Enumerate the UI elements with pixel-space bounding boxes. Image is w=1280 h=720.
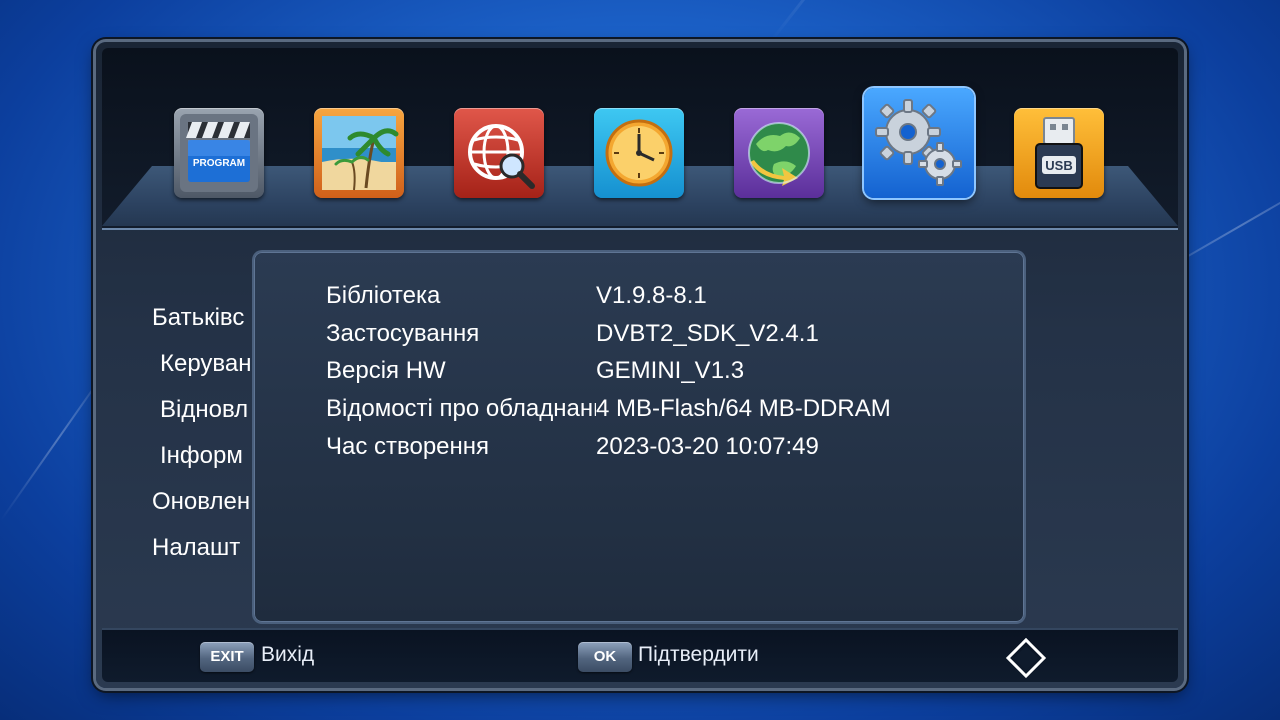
side-menu-item[interactable]: Керуван — [160, 350, 252, 378]
background-streak — [770, 0, 1031, 42]
time-menu-icon[interactable] — [594, 108, 684, 198]
footer-bar: EXIT Вихід OK Підтвердити — [102, 628, 1178, 682]
side-menu-item[interactable]: Оновлен — [152, 488, 250, 516]
info-key: Бібліотека — [326, 282, 441, 309]
usb-menu-icon[interactable]: USB — [1014, 108, 1104, 198]
info-key: Версія HW — [326, 357, 446, 384]
shelf-divider — [102, 228, 1178, 230]
picture-menu-icon[interactable] — [314, 108, 404, 198]
background-streak — [60, 0, 472, 3]
info-value: DVBT2_SDK_V2.4.1 — [596, 320, 819, 347]
settings-menu-icon[interactable] — [864, 88, 974, 198]
info-value: 4 MB-Flash/64 MB-DDRAM — [596, 395, 891, 422]
ok-key-button[interactable]: OK — [578, 642, 632, 672]
side-menu-item[interactable]: Батьківс — [152, 304, 244, 332]
side-menu-item[interactable]: Налашт — [152, 534, 240, 562]
program-label: PROGRAM — [193, 158, 245, 169]
info-key: Застосування — [326, 320, 480, 347]
info-value: GEMINI_V1.3 — [596, 357, 745, 384]
ok-key-label: Підтвердити — [638, 643, 759, 666]
program-menu-icon[interactable]: PROGRAM — [174, 108, 264, 198]
info-key: Відомості про обладнання — [326, 395, 596, 422]
side-menu-item[interactable]: Інформ — [160, 442, 243, 470]
main-window: PROGRAM USB Батьківс Керуван Відновл Інф… — [96, 42, 1184, 688]
system-info-panel: Бібліотека V1.9.8-8.1 Застосування DVBT2… — [254, 252, 1024, 622]
usb-label: USB — [1045, 158, 1072, 173]
info-value: 2023-03-20 10:07:49 — [596, 433, 819, 460]
search-menu-icon[interactable] — [454, 108, 544, 198]
exit-key-label: Вихід — [261, 643, 315, 666]
navigation-arrows-icon — [1005, 637, 1047, 679]
exit-key-button[interactable]: EXIT — [200, 642, 254, 672]
info-value: V1.9.8-8.1 — [596, 282, 707, 309]
info-key: Час створення — [326, 433, 490, 460]
globe-menu-icon[interactable] — [734, 108, 824, 198]
side-menu-item[interactable]: Відновл — [160, 396, 248, 424]
